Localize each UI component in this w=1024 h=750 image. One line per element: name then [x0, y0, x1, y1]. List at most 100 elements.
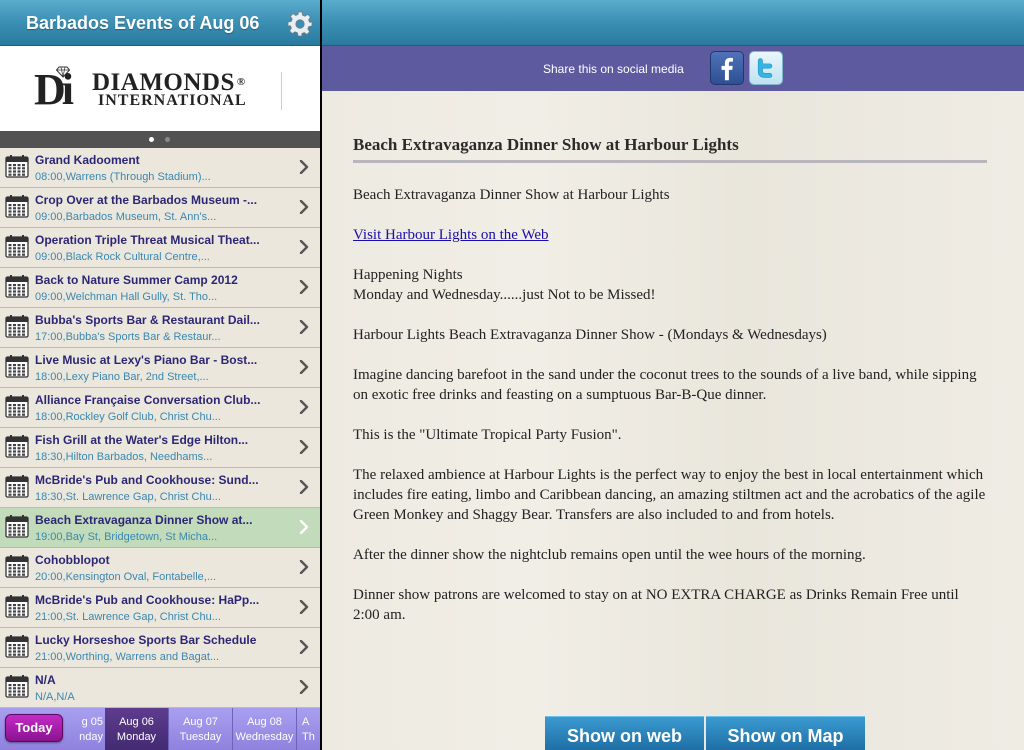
- event-row[interactable]: Fish Grill at the Water's Edge Hilton...…: [0, 428, 320, 468]
- event-row[interactable]: N/A N/A,N/A: [0, 668, 320, 708]
- event-time-location: 18:30,St. Lawrence Gap, Christ Chu...: [35, 491, 221, 503]
- event-time-location: 09:00,Welchman Hall Gully, St. Tho...: [35, 291, 218, 303]
- event-time-location: 09:00,Black Rock Cultural Centre,...: [35, 251, 210, 263]
- date-label: A: [302, 716, 310, 728]
- date-label: Aug 07: [183, 716, 218, 728]
- chevron-right-icon: [298, 239, 310, 255]
- chevron-right-icon: [298, 679, 310, 695]
- calendar-icon: [5, 194, 29, 218]
- event-title: Live Music at Lexy's Piano Bar - Bost...: [35, 353, 258, 367]
- chevron-right-icon: [298, 199, 310, 215]
- event-time-location: 20:00,Kensington Oval, Fontabelle,...: [35, 571, 217, 583]
- gear-icon[interactable]: [287, 11, 313, 37]
- calendar-icon: [5, 314, 29, 338]
- chevron-right-icon: [298, 479, 310, 495]
- event-time-location: 09:00,Barbados Museum, St. Ann's...: [35, 211, 217, 223]
- calendar-icon: [5, 234, 29, 258]
- event-title: McBride's Pub and Cookhouse: HaPp...: [35, 593, 260, 607]
- events-sidebar: Barbados Events of Aug 06 Di DIAMONDS ® I…: [0, 0, 320, 750]
- share-bar: Share this on social media: [322, 46, 1024, 91]
- article-paragraph: This is the "Ultimate Tropical Party Fus…: [353, 427, 622, 443]
- ad-banner[interactable]: Di DIAMONDS ® INTERNATIONAL: [0, 46, 320, 131]
- chevron-right-icon: [298, 159, 310, 175]
- date-cell[interactable]: Aug 07 Tuesday: [169, 708, 233, 750]
- event-time-location: 21:00,Worthing, Warrens and Bagat...: [35, 651, 220, 663]
- article-paragraph: Harbour Lights Beach Extravaganza Dinner…: [353, 327, 827, 343]
- page-dot-2[interactable]: [165, 137, 170, 142]
- event-time-location: 18:00,Lexy Piano Bar, 2nd Street,...: [35, 371, 209, 383]
- event-title: Back to Nature Summer Camp 2012: [35, 273, 238, 287]
- article-paragraph: Imagine dancing barefoot in the sand und…: [353, 367, 977, 403]
- website-link[interactable]: Visit Harbour Lights on the Web: [353, 227, 549, 243]
- calendar-icon: [5, 554, 29, 578]
- event-title: McBride's Pub and Cookhouse: Sund...: [35, 473, 259, 487]
- chevron-right-icon: [298, 359, 310, 375]
- ad-registered-mark: ®: [236, 76, 246, 88]
- article: Beach Extravaganza Dinner Show at Harbou…: [353, 135, 987, 645]
- chevron-right-icon: [298, 279, 310, 295]
- event-row[interactable]: McBride's Pub and Cookhouse: Sund... 18:3…: [0, 468, 320, 508]
- chevron-right-icon: [298, 599, 310, 615]
- date-cell[interactable]: Aug 08 Wednesday: [233, 708, 297, 750]
- chevron-right-icon: [298, 519, 310, 535]
- calendar-icon: [5, 394, 29, 418]
- article-title: Beach Extravaganza Dinner Show at Harbou…: [353, 135, 987, 163]
- event-row[interactable]: Lucky Horseshoe Sports Bar Schedule 21:00…: [0, 628, 320, 668]
- article-paragraph: After the dinner show the nightclub rema…: [353, 547, 866, 563]
- chevron-right-icon: [298, 639, 310, 655]
- day-label: Wednesday: [235, 731, 294, 743]
- event-title: Grand Kadooment: [35, 153, 140, 167]
- event-title: Bubba's Sports Bar & Restaurant Dail...: [35, 313, 260, 327]
- event-title: Alliance Française Conversation Club...: [35, 393, 261, 407]
- event-row[interactable]: Operation Triple Threat Musical Theat...…: [0, 228, 320, 268]
- detail-header: [322, 0, 1024, 46]
- ad-subtitle: INTERNATIONAL: [98, 92, 247, 109]
- show-on-map-button[interactable]: Show on Map: [706, 716, 865, 750]
- event-row[interactable]: Beach Extravaganza Dinner Show at... 19:0…: [0, 508, 320, 548]
- event-title: Beach Extravaganza Dinner Show at...: [35, 513, 253, 527]
- event-row[interactable]: Live Music at Lexy's Piano Bar - Bost...…: [0, 348, 320, 388]
- event-detail: Share this on social media Beach Extrava…: [322, 0, 1024, 750]
- ad-divider: [281, 72, 282, 110]
- event-time-location: 18:00,Rockley Golf Club, Christ Chu...: [35, 411, 221, 423]
- calendar-icon: [5, 434, 29, 458]
- event-row[interactable]: Grand Kadooment 08:00,Warrens (Through St…: [0, 148, 320, 188]
- event-time-location: 18:30,Hilton Barbados, Needhams...: [35, 451, 213, 463]
- day-label: Th: [302, 731, 315, 743]
- article-paragraph: Happening Nights Monday and Wednesday....…: [353, 265, 987, 305]
- date-cell[interactable]: A Th: [297, 708, 320, 750]
- ad-page-indicator[interactable]: [0, 131, 320, 148]
- show-on-web-button[interactable]: Show on web: [545, 716, 704, 750]
- day-label: Monday: [116, 731, 157, 743]
- event-row[interactable]: Alliance Française Conversation Club... 1…: [0, 388, 320, 428]
- calendar-icon: [5, 674, 29, 698]
- chevron-right-icon: [298, 319, 310, 335]
- page-dot-1[interactable]: [149, 137, 154, 142]
- page-title: Barbados Events of Aug 06: [26, 13, 260, 33]
- event-title: Fish Grill at the Water's Edge Hilton...: [35, 433, 249, 447]
- facebook-icon[interactable]: [710, 51, 744, 85]
- event-row[interactable]: Bubba's Sports Bar & Restaurant Dail... 1…: [0, 308, 320, 348]
- date-cell[interactable]: Aug 06 Monday: [105, 708, 169, 750]
- calendar-icon: [5, 154, 29, 178]
- event-title: Lucky Horseshoe Sports Bar Schedule: [35, 633, 257, 647]
- event-list: Grand Kadooment 08:00,Warrens (Through St…: [0, 148, 320, 708]
- day-label: Tuesday: [179, 731, 222, 743]
- event-title: Cohobblopot: [35, 553, 110, 567]
- event-time-location: 17:00,Bubba's Sports Bar & Restaur...: [35, 331, 221, 343]
- date-label: Aug 06: [119, 716, 154, 728]
- chevron-right-icon: [298, 439, 310, 455]
- event-row[interactable]: Crop Over at the Barbados Museum -... 09:…: [0, 188, 320, 228]
- event-time-location: N/A,N/A: [35, 691, 75, 703]
- event-title: N/A: [35, 673, 56, 687]
- event-row[interactable]: McBride's Pub and Cookhouse: HaPp... 21:0…: [0, 588, 320, 628]
- calendar-icon: [5, 634, 29, 658]
- event-row[interactable]: Back to Nature Summer Camp 2012 09:00,Wel…: [0, 268, 320, 308]
- date-label: Aug 08: [247, 716, 282, 728]
- event-row[interactable]: Cohobblopot 20:00,Kensington Oval, Fontab…: [0, 548, 320, 588]
- twitter-icon[interactable]: [749, 51, 783, 85]
- share-label: Share this on social media: [543, 62, 684, 76]
- today-button[interactable]: Today: [5, 714, 63, 742]
- calendar-icon: [5, 594, 29, 618]
- event-time-location: 08:00,Warrens (Through Stadium)...: [35, 171, 211, 183]
